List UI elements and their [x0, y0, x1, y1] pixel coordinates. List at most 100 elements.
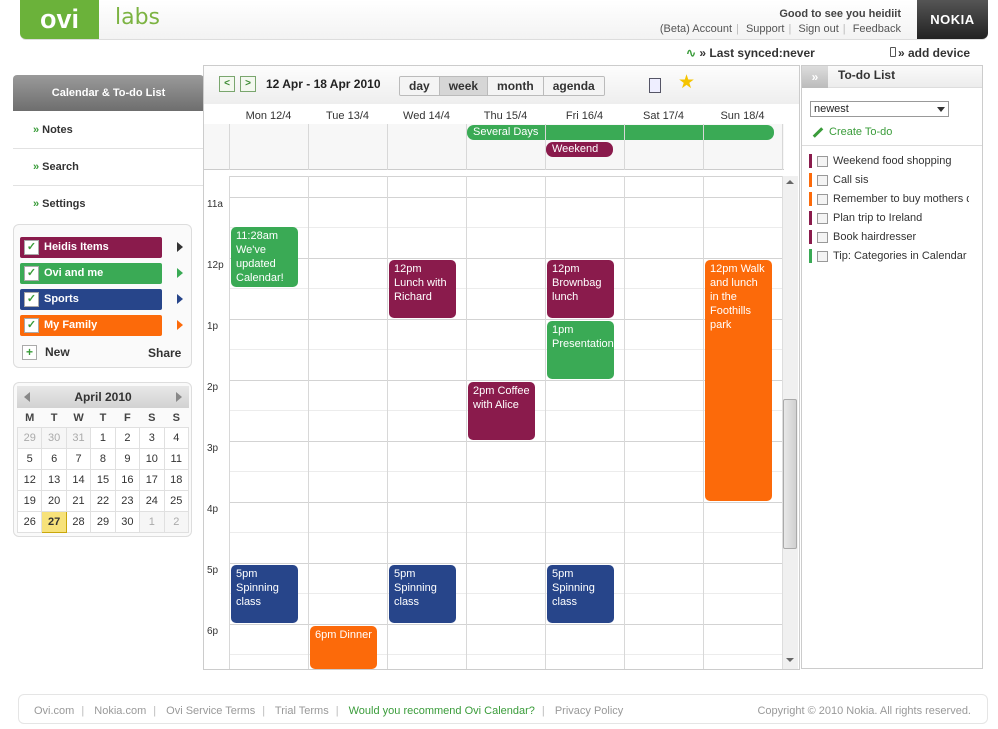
todo-item[interactable]: Plan trip to Ireland [809, 210, 969, 226]
category-arrow-icon[interactable] [177, 268, 183, 278]
mini-calendar-day[interactable]: 31 [65, 426, 92, 449]
day-header[interactable]: Wed 14/4 [387, 110, 466, 122]
footer-link-nokia[interactable]: Nokia.com [94, 705, 146, 717]
todo-item[interactable]: Tip: Categories in Calendar ( [809, 248, 969, 264]
add-device-link[interactable]: » add device [890, 46, 970, 60]
mini-calendar-day[interactable]: 22 [90, 489, 116, 512]
sign-out-link[interactable]: Sign out [798, 23, 838, 35]
mini-calendar-day[interactable]: 1 [90, 426, 116, 449]
mini-calendar-day[interactable]: 3 [139, 426, 165, 449]
tab-day[interactable]: day [400, 77, 440, 95]
mini-calendar-day[interactable]: 6 [41, 447, 67, 470]
todo-item[interactable]: Remember to buy mothers d [809, 191, 969, 207]
day-header[interactable]: Sat 17/4 [624, 110, 703, 122]
nav-calendar-todo[interactable]: Calendar & To-do List [13, 75, 204, 111]
calendar-event[interactable]: 1pm Presentation [547, 321, 614, 379]
tab-month[interactable]: month [488, 77, 544, 95]
prev-week-button[interactable]: < [219, 76, 235, 92]
mini-calendar-day[interactable]: 17 [139, 468, 165, 491]
todo-checkbox[interactable] [817, 155, 828, 167]
category-arrow-icon[interactable] [177, 294, 183, 304]
scroll-down-icon[interactable] [786, 658, 794, 662]
sync-status[interactable]: ∿ » Last synced:never [686, 46, 815, 60]
mini-calendar-day[interactable]: 8 [90, 447, 116, 470]
footer-link-privacy[interactable]: Privacy Policy [555, 705, 623, 717]
mini-calendar-day[interactable]: 26 [16, 510, 43, 533]
category-arrow-icon[interactable] [177, 242, 183, 252]
mini-calendar-day[interactable]: 27 [41, 510, 67, 533]
day-header[interactable]: Fri 16/4 [545, 110, 624, 122]
mini-calendar-day[interactable]: 14 [65, 468, 92, 491]
mini-calendar-day[interactable]: 29 [16, 426, 43, 449]
footer-link-recommend[interactable]: Would you recommend Ovi Calendar? [349, 705, 535, 717]
mini-calendar-day[interactable]: 25 [163, 489, 190, 512]
day-header[interactable]: Thu 15/4 [466, 110, 545, 122]
support-link[interactable]: Support [746, 23, 785, 35]
category-my-family[interactable]: ✓ My Family [20, 315, 162, 336]
mini-calendar-day[interactable]: 30 [41, 426, 67, 449]
mini-calendar-day[interactable]: 21 [65, 489, 92, 512]
checkbox-checked-icon[interactable]: ✓ [24, 318, 39, 333]
day-header[interactable]: Tue 13/4 [308, 110, 387, 122]
collapse-todo-icon[interactable]: » [802, 66, 828, 88]
calendar-event[interactable]: 11:28am We've updated Calendar! [231, 227, 298, 288]
mini-calendar-day[interactable]: 7 [65, 447, 92, 470]
category-ovi-and-me[interactable]: ✓ Ovi and me [20, 263, 162, 284]
mini-calendar-day[interactable]: 29 [90, 510, 116, 533]
new-category-button[interactable]: + New [22, 345, 70, 360]
todo-item[interactable]: Weekend food shopping [809, 153, 969, 169]
next-week-button[interactable]: > [240, 76, 256, 92]
category-sports[interactable]: ✓ Sports [20, 289, 162, 310]
todo-checkbox[interactable] [817, 250, 828, 262]
checkbox-checked-icon[interactable]: ✓ [24, 240, 39, 255]
category-arrow-icon[interactable] [177, 320, 183, 330]
footer-link-ovi[interactable]: Ovi.com [34, 705, 74, 717]
todo-checkbox[interactable] [817, 231, 828, 243]
nav-settings[interactable]: » Settings [13, 186, 204, 223]
star-icon[interactable]: ★ [678, 73, 695, 93]
footer-link-trial-terms[interactable]: Trial Terms [275, 705, 329, 717]
todo-checkbox[interactable] [817, 174, 828, 186]
mini-calendar-day[interactable]: 28 [65, 510, 92, 533]
mini-calendar-day[interactable]: 2 [163, 510, 190, 533]
category-heidis-items[interactable]: ✓ Heidis Items [20, 237, 162, 258]
mini-calendar-day[interactable]: 19 [16, 489, 43, 512]
checkbox-checked-icon[interactable]: ✓ [24, 266, 39, 281]
mini-calendar-day[interactable]: 1 [139, 510, 165, 533]
calendar-event[interactable]: 12pm Lunch with Richard [389, 260, 456, 318]
mini-calendar-day[interactable]: 20 [41, 489, 67, 512]
mini-calendar-day[interactable]: 4 [163, 426, 190, 449]
feedback-link[interactable]: Feedback [853, 23, 901, 35]
day-header[interactable]: Mon 12/4 [229, 110, 308, 122]
calendar-event[interactable]: 5pm Spinning class [231, 565, 298, 623]
mini-calendar-day[interactable]: 15 [90, 468, 116, 491]
checkbox-checked-icon[interactable]: ✓ [24, 292, 39, 307]
ovi-logo[interactable]: ovi [20, 0, 99, 39]
nav-notes[interactable]: » Notes [13, 112, 204, 149]
share-button[interactable]: Share [148, 346, 181, 360]
scroll-up-icon[interactable] [786, 180, 794, 184]
mini-calendar-day[interactable]: 18 [163, 468, 190, 491]
calendar-event[interactable]: 12pm Brownbag lunch [547, 260, 614, 318]
tab-week[interactable]: week [439, 77, 489, 95]
calendar-event[interactable]: 6pm Dinner [310, 626, 377, 669]
todo-checkbox[interactable] [817, 193, 828, 205]
todo-checkbox[interactable] [817, 212, 828, 224]
mini-calendar-day[interactable]: 9 [114, 447, 141, 470]
allday-event-weekend[interactable]: Weekend [546, 142, 613, 157]
mini-calendar-day[interactable]: 11 [163, 447, 190, 470]
mini-calendar-day[interactable]: 10 [139, 447, 165, 470]
mini-calendar-day[interactable]: 5 [16, 447, 43, 470]
scroll-thumb[interactable] [783, 399, 797, 549]
create-todo-link[interactable]: Create To-do [812, 126, 892, 138]
footer-link-service-terms[interactable]: Ovi Service Terms [166, 705, 255, 717]
prev-month-icon[interactable] [24, 392, 30, 402]
calendar-event[interactable]: 12pm Walk and lunch in the Foothills par… [705, 260, 772, 501]
mini-calendar-day[interactable]: 24 [139, 489, 165, 512]
print-icon[interactable] [649, 78, 661, 93]
nokia-logo[interactable]: NOKIA [917, 0, 988, 39]
mini-calendar-day[interactable]: 23 [114, 489, 141, 512]
next-month-icon[interactable] [176, 392, 182, 402]
mini-calendar-day[interactable]: 12 [16, 468, 43, 491]
mini-calendar-day[interactable]: 2 [114, 426, 141, 449]
